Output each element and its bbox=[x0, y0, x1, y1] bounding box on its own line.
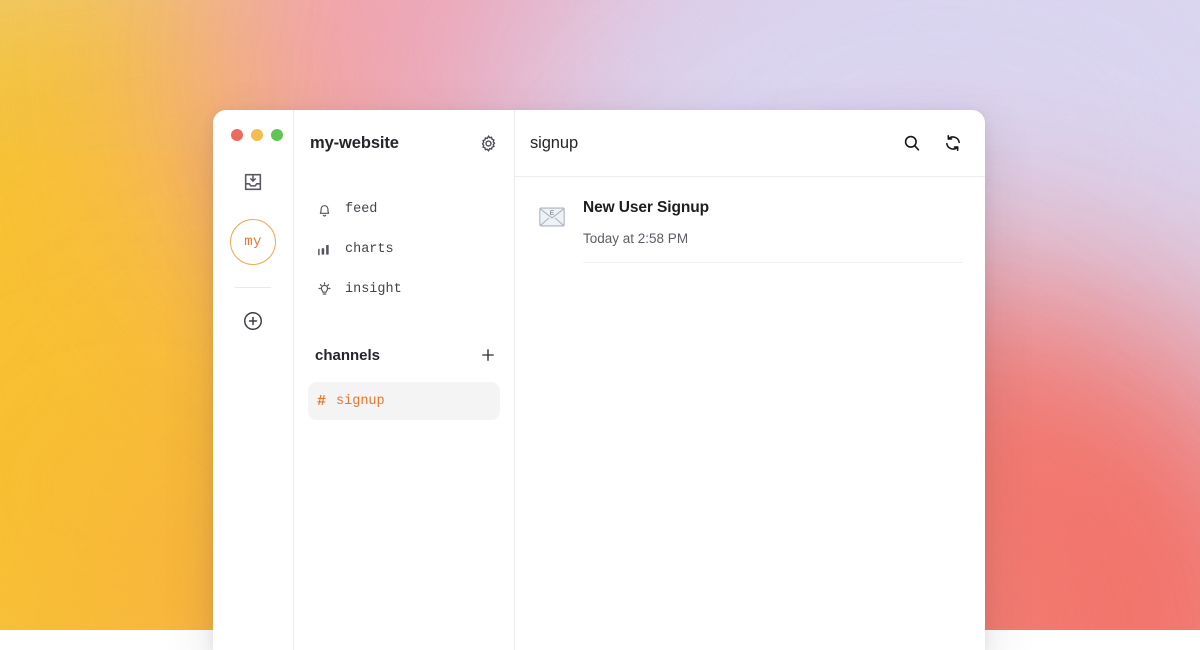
refresh-icon[interactable] bbox=[943, 133, 963, 153]
message-list: E New User Signup Today at 2:58 PM bbox=[515, 177, 985, 263]
close-button[interactable] bbox=[231, 129, 243, 141]
sidebar-item-feed[interactable]: feed bbox=[308, 189, 500, 229]
page-title: signup bbox=[530, 134, 578, 153]
workspace-avatar[interactable]: my bbox=[230, 219, 276, 265]
lightbulb-icon bbox=[315, 280, 333, 298]
window-controls bbox=[231, 129, 283, 141]
channels-section-title: channels bbox=[315, 347, 380, 364]
svg-text:E: E bbox=[550, 210, 555, 217]
inbox-download-icon[interactable] bbox=[238, 167, 268, 197]
app-window: my my-website bbox=[213, 110, 985, 650]
sidebar: my-website feed bbox=[294, 110, 515, 650]
message-title: New User Signup bbox=[583, 199, 963, 217]
message-body: New User Signup Today at 2:58 PM bbox=[583, 199, 963, 263]
message-timestamp: Today at 2:58 PM bbox=[583, 231, 963, 246]
sidebar-item-label: feed bbox=[345, 202, 377, 217]
sidebar-item-insight[interactable]: insight bbox=[308, 269, 500, 309]
plus-circle-icon[interactable] bbox=[240, 308, 266, 334]
plus-icon[interactable] bbox=[479, 346, 497, 364]
sidebar-item-signup[interactable]: # signup bbox=[308, 382, 500, 420]
sidebar-item-charts[interactable]: charts bbox=[308, 229, 500, 269]
nav-list: feed charts bbox=[308, 189, 500, 309]
gear-icon[interactable] bbox=[479, 134, 498, 153]
rail-divider bbox=[235, 287, 271, 288]
sidebar-header: my-website bbox=[308, 110, 500, 177]
maximize-button[interactable] bbox=[271, 129, 283, 141]
search-icon[interactable] bbox=[902, 133, 922, 153]
channel-label: signup bbox=[336, 394, 385, 409]
hash-icon: # bbox=[317, 393, 326, 410]
message-item[interactable]: E New User Signup Today at 2:58 PM bbox=[537, 177, 963, 263]
header-actions bbox=[902, 133, 963, 153]
envelope-icon: E bbox=[537, 199, 567, 263]
workspace-title: my-website bbox=[310, 134, 399, 153]
main-panel: signup bbox=[515, 110, 985, 650]
main-header: signup bbox=[515, 110, 985, 177]
channels-section-header: channels bbox=[308, 341, 500, 369]
workspace-avatar-label: my bbox=[244, 234, 261, 250]
bar-chart-icon bbox=[315, 240, 333, 258]
sidebar-item-label: insight bbox=[345, 282, 402, 297]
workspace-rail: my bbox=[213, 110, 294, 650]
sidebar-item-label: charts bbox=[345, 242, 394, 257]
minimize-button[interactable] bbox=[251, 129, 263, 141]
bell-icon bbox=[315, 200, 333, 218]
